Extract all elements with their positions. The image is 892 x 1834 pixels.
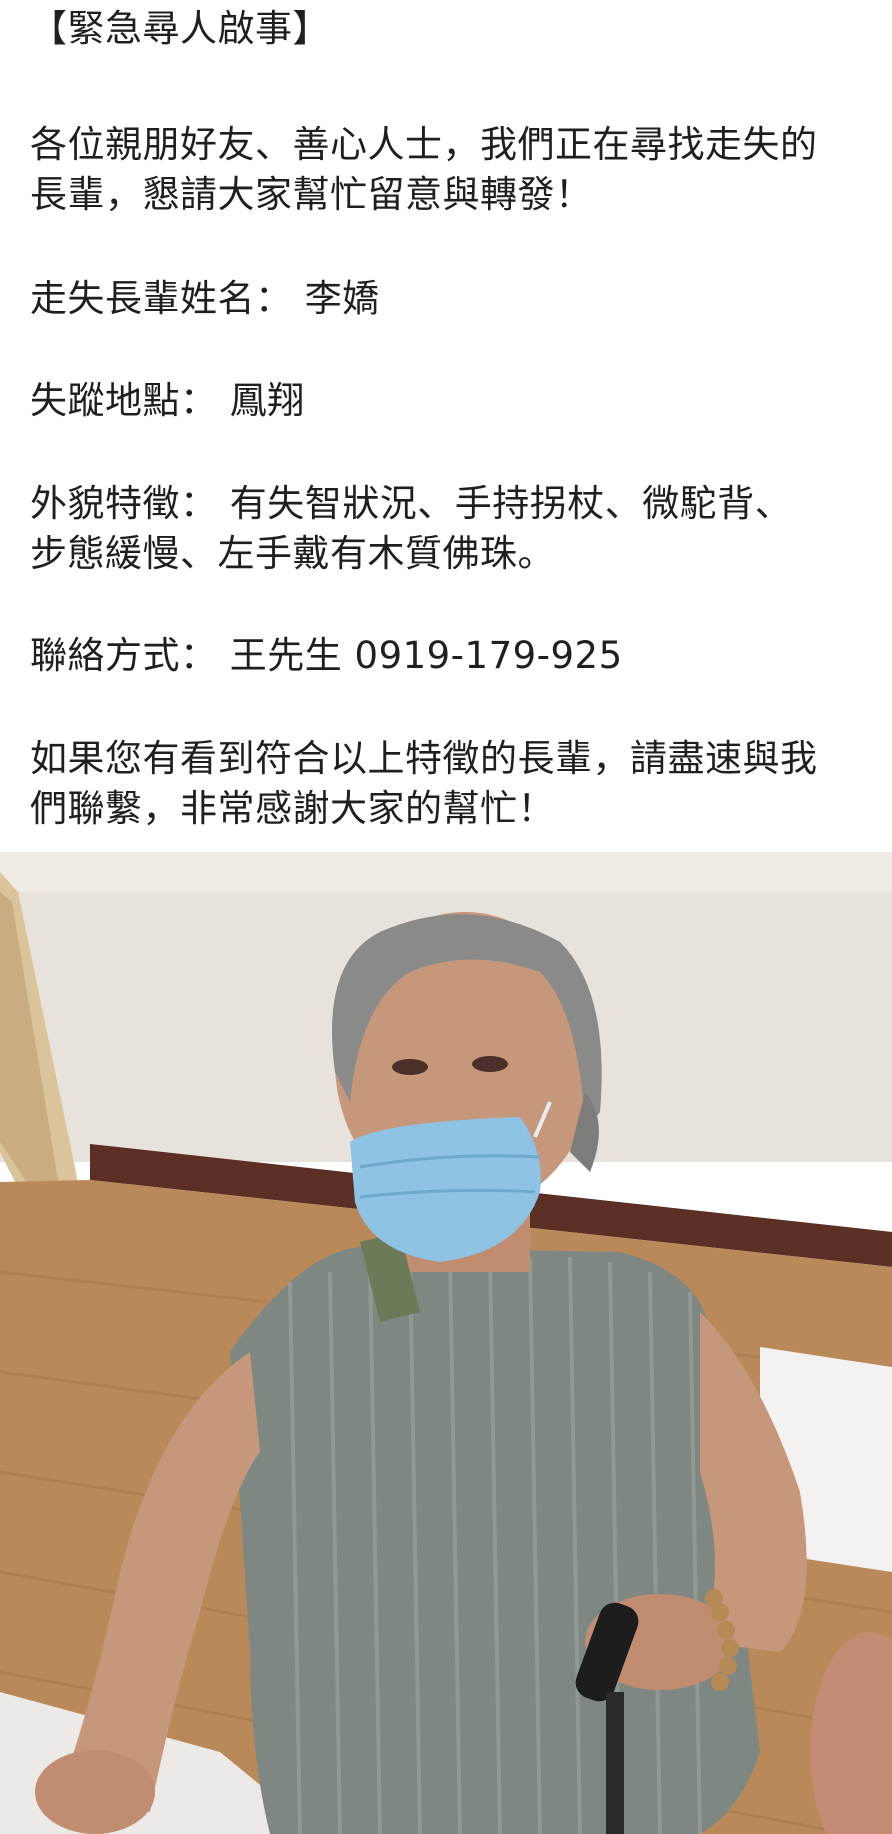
closing-line-2: 們聯繫，非常感謝大家的幫忙！ — [30, 787, 555, 830]
missing-location: 失蹤地點： 鳳翔 — [30, 379, 305, 422]
intro-line-2: 長輩，懇請大家幫忙留意與轉發！ — [30, 173, 593, 216]
missing-person-photo — [0, 852, 892, 1834]
post-heading: 【緊急尋人啟事】 — [30, 7, 330, 50]
closing-line-1: 如果您有看到符合以上特徵的長輩，請盡速與我 — [30, 737, 818, 780]
appearance-line-1: 外貌特徵： 有失智狀況、手持拐杖、微駝背、 — [30, 482, 793, 525]
missing-person-post: 【緊急尋人啟事】 各位親朋好友、善心人士，我們正在尋找走失的 長輩，懇請大家幫忙… — [0, 0, 892, 1834]
left-hand — [35, 1750, 155, 1834]
appearance-line-2: 步態緩慢、左手戴有木質佛珠。 — [30, 532, 555, 575]
missing-name: 走失長輩姓名： 李嬌 — [30, 277, 380, 320]
intro-line-1: 各位親朋好友、善心人士，我們正在尋找走失的 — [30, 123, 818, 166]
contact-info: 聯絡方式： 王先生 0919-179-925 — [30, 634, 623, 677]
